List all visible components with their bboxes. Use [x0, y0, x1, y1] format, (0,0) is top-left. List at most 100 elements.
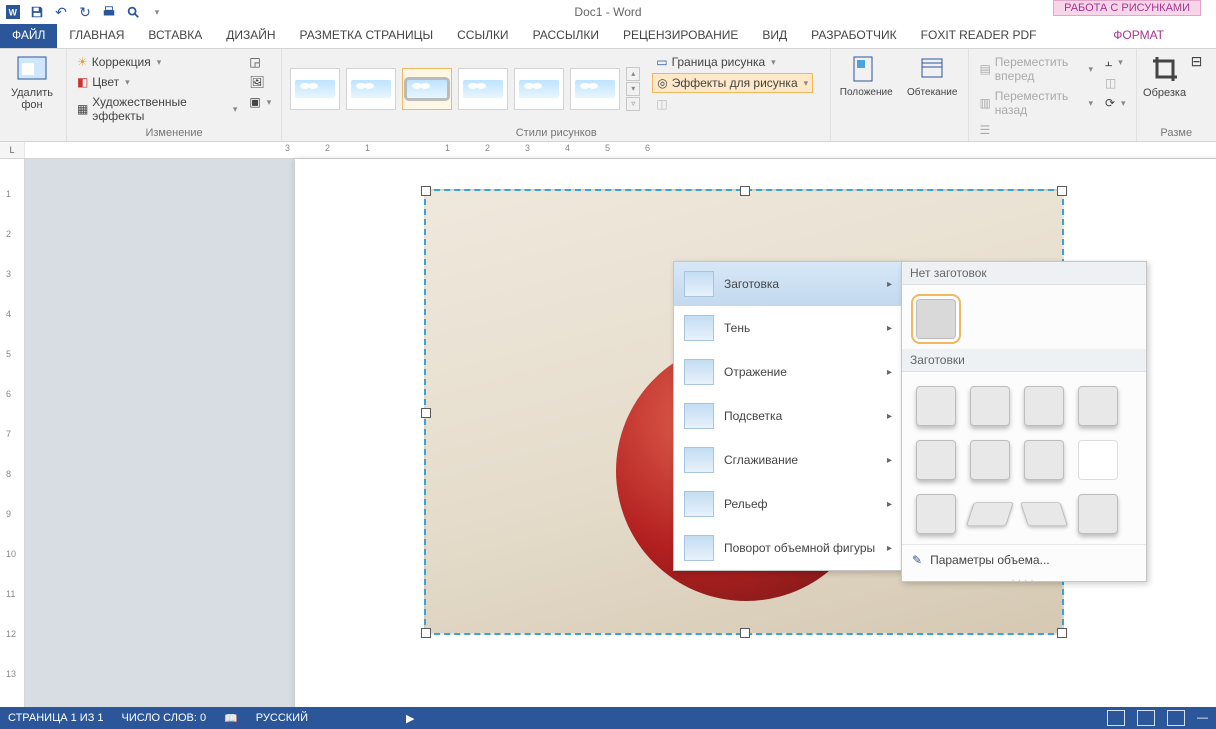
tab-format[interactable]: ФОРМАТ — [1083, 24, 1194, 48]
statusbar: СТРАНИЦА 1 ИЗ 1 ЧИСЛО СЛОВ: 0 📖 РУССКИЙ … — [0, 707, 1216, 729]
save-icon[interactable] — [28, 3, 46, 21]
tab-references[interactable]: ССЫЛКИ — [445, 24, 520, 48]
color-label: Цвет — [92, 75, 119, 89]
redo-icon[interactable]: ↻ — [76, 3, 94, 21]
resize-handle[interactable] — [740, 628, 750, 638]
preset-options[interactable]: ✎ Параметры объема... — [902, 544, 1146, 575]
menu-softedges[interactable]: Сглаживание▸ — [674, 438, 902, 482]
status-proofing-icon[interactable]: 📖 — [224, 712, 238, 725]
preset-item[interactable] — [916, 494, 956, 534]
tab-design[interactable]: ДИЗАЙН — [214, 24, 287, 48]
effects-icon: ◎ — [657, 76, 667, 90]
style-thumb[interactable] — [346, 68, 396, 110]
preset-item[interactable] — [970, 440, 1010, 480]
preset-item[interactable] — [1078, 494, 1118, 534]
artistic-effects-button[interactable]: ▦Художественные эффекты▾ — [73, 93, 241, 125]
style-thumb[interactable] — [514, 68, 564, 110]
preset-item[interactable] — [916, 386, 956, 426]
menu-shadow[interactable]: Тень▸ — [674, 306, 902, 350]
resize-handle[interactable] — [421, 628, 431, 638]
view-read-icon[interactable] — [1107, 710, 1125, 726]
position-button[interactable]: Положение — [837, 53, 895, 139]
resize-handle[interactable] — [1057, 628, 1067, 638]
align-icon[interactable]: ⫠▾ — [1101, 53, 1130, 72]
style-thumb[interactable] — [458, 68, 508, 110]
tab-foxit[interactable]: FOXIT READER PDF — [909, 24, 1049, 48]
menu-reflection[interactable]: Отражение▸ — [674, 350, 902, 394]
undo-icon[interactable]: ↶ — [52, 3, 70, 21]
remove-background-button[interactable]: Удалить фон — [6, 53, 58, 139]
preset-item[interactable] — [1024, 386, 1064, 426]
tab-mailings[interactable]: РАССЫЛКИ — [521, 24, 611, 48]
soft-icon — [684, 447, 714, 473]
tab-view[interactable]: ВИД — [750, 24, 799, 48]
preset-item[interactable] — [1078, 440, 1118, 480]
send-backward-label: Переместить назад — [995, 89, 1083, 117]
preset-item[interactable] — [966, 502, 1014, 526]
quick-access-toolbar: W ↶ ↻ ▾ — [0, 3, 166, 21]
corrections-button[interactable]: ☀Коррекция▾ — [73, 53, 241, 71]
change-picture-icon[interactable]: 🖼 — [245, 73, 275, 91]
menu-preset[interactable]: Заготовка▸ — [674, 262, 902, 306]
quick-print-icon[interactable] — [100, 3, 118, 21]
tab-file[interactable]: ФАЙЛ — [0, 24, 57, 48]
menu-glow[interactable]: Подсветка▸ — [674, 394, 902, 438]
tab-layout[interactable]: РАЗМЕТКА СТРАНИЦЫ — [288, 24, 446, 48]
compress-icon[interactable]: ◲ — [245, 53, 275, 71]
menu-3drotation[interactable]: Поворот объемной фигуры▸ — [674, 526, 902, 570]
preset-item[interactable] — [916, 440, 956, 480]
tab-review[interactable]: РЕЦЕНЗИРОВАНИЕ — [611, 24, 750, 48]
wrap-text-button[interactable]: Обтекание — [903, 53, 961, 139]
selection-pane-button[interactable]: ☰ — [975, 121, 1097, 139]
page-area[interactable]: Заготовка▸ Тень▸ Отражение▸ Подсветка▸ С… — [25, 159, 1216, 714]
style-thumb[interactable] — [570, 68, 620, 110]
preview-icon[interactable] — [124, 3, 142, 21]
tab-home[interactable]: ГЛАВНАЯ — [57, 24, 136, 48]
status-language[interactable]: РУССКИЙ — [256, 712, 308, 724]
ribbon-tabs: ФАЙЛ ГЛАВНАЯ ВСТАВКА ДИЗАЙН РАЗМЕТКА СТР… — [0, 24, 1216, 49]
remove-bg-label: Удалить фон — [6, 87, 58, 111]
bring-forward-icon: ▤ — [979, 62, 990, 76]
status-words[interactable]: ЧИСЛО СЛОВ: 0 — [122, 712, 207, 724]
picture-border-button[interactable]: ▭Граница рисунка▾ — [652, 53, 813, 71]
preset-item[interactable] — [1078, 386, 1118, 426]
picture-style-gallery[interactable]: ▴▾▿ — [288, 53, 642, 125]
status-page[interactable]: СТРАНИЦА 1 ИЗ 1 — [8, 712, 104, 724]
resize-handle[interactable] — [421, 186, 431, 196]
view-print-icon[interactable] — [1137, 710, 1155, 726]
height-icon[interactable]: ⊟ — [1191, 53, 1203, 70]
zoom-out-icon[interactable]: — — [1197, 712, 1208, 724]
style-thumb-selected[interactable] — [402, 68, 452, 110]
preset-item[interactable] — [970, 386, 1010, 426]
menu-bevel[interactable]: Рельеф▸ — [674, 482, 902, 526]
style-thumb[interactable] — [290, 68, 340, 110]
bring-forward-button[interactable]: ▤Переместить вперед▾ — [975, 53, 1097, 85]
view-web-icon[interactable] — [1167, 710, 1185, 726]
resize-handle[interactable] — [421, 408, 431, 418]
group-icon[interactable]: ◫ — [1101, 74, 1130, 92]
preset-none[interactable] — [916, 299, 956, 339]
chevron-right-icon: ▸ — [887, 367, 892, 378]
gallery-more[interactable]: ▴▾▿ — [626, 67, 640, 112]
preset-item[interactable] — [1024, 440, 1064, 480]
group-styles-label: Стили рисунков — [288, 125, 824, 139]
send-backward-button[interactable]: ▥Переместить назад▾ — [975, 87, 1097, 119]
tab-developer[interactable]: РАЗРАБОТЧИК — [799, 24, 909, 48]
crop-button[interactable]: Обрезка — [1143, 53, 1187, 125]
word-icon: W — [4, 3, 22, 21]
menu-bevel-label: Рельеф — [724, 497, 768, 511]
status-macro-icon[interactable]: ▶ — [406, 712, 414, 725]
qat-more-icon[interactable]: ▾ — [148, 3, 166, 21]
preset-item[interactable] — [1020, 502, 1068, 526]
resize-handle[interactable] — [1057, 186, 1067, 196]
tab-insert[interactable]: ВСТАВКА — [136, 24, 214, 48]
reset-picture-icon[interactable]: ▣▾ — [245, 93, 275, 111]
resize-handle[interactable] — [740, 186, 750, 196]
bring-forward-label: Переместить вперед — [995, 55, 1083, 83]
ruler-vertical: 123 456 789 101112 13 — [0, 159, 25, 714]
resize-grip-icon[interactable]: ···· — [902, 575, 1146, 581]
picture-layout-button[interactable]: ◫ — [652, 95, 813, 113]
color-button[interactable]: ◧Цвет▾ — [73, 73, 241, 91]
picture-effects-button[interactable]: ◎Эффекты для рисунка▾ — [652, 73, 813, 93]
rotate-icon[interactable]: ⟳▾ — [1101, 94, 1130, 112]
